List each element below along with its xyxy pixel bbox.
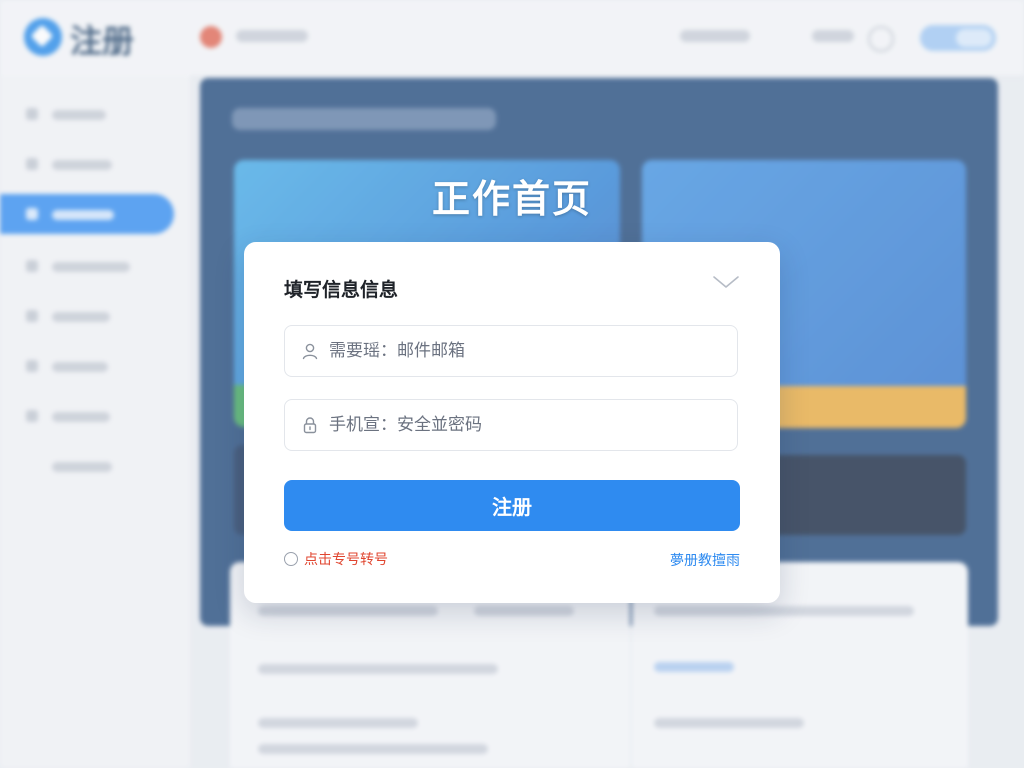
- agreement-radio[interactable]: [284, 552, 298, 566]
- help-link[interactable]: 夢册教擅雨: [670, 550, 740, 570]
- dialog-title: 填写信息信息: [284, 279, 399, 301]
- register-dialog: 填写信息信息 注册 点击专号转号 夢册教擅雨: [244, 242, 780, 603]
- password-field[interactable]: [284, 399, 738, 451]
- email-input[interactable]: [329, 326, 719, 376]
- page-heading: 正作首页: [431, 177, 592, 221]
- register-button[interactable]: 注册: [284, 480, 740, 531]
- lock-icon: [303, 417, 317, 434]
- user-icon: [302, 343, 318, 360]
- email-field[interactable]: [284, 325, 738, 377]
- agreement-toggle[interactable]: 点击专号转号: [284, 549, 388, 569]
- password-input[interactable]: [329, 400, 719, 450]
- chevron-down-icon[interactable]: [712, 272, 740, 292]
- agreement-text: 点击专号转号: [304, 552, 388, 568]
